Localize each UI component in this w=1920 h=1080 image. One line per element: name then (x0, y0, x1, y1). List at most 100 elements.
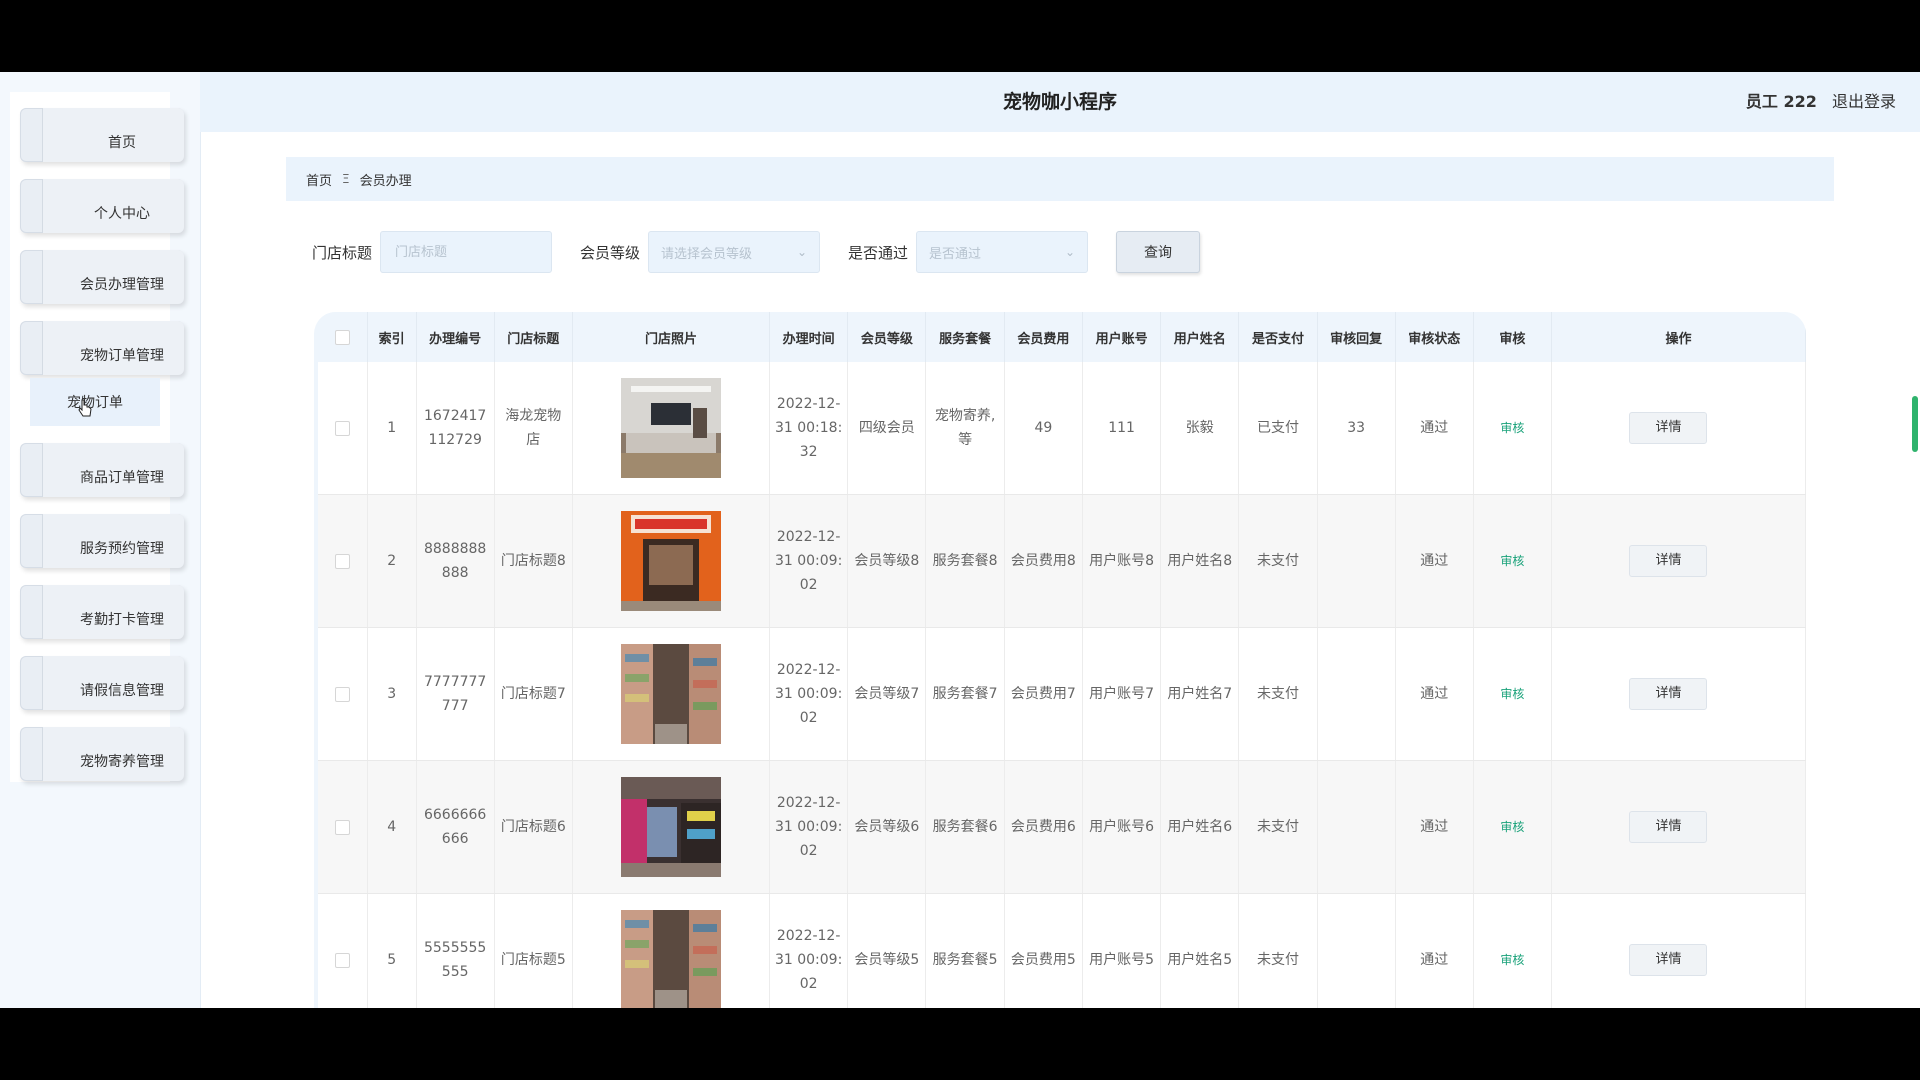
search-button[interactable]: 查询 (1116, 231, 1201, 273)
code-cell: 6666666666 (416, 760, 495, 894)
package-cell: 服务套餐8 (925, 494, 1005, 628)
member-level-label: 会员等级 (580, 243, 641, 262)
row-checkbox[interactable] (334, 420, 350, 436)
detail-button[interactable]: 详情 (1629, 944, 1708, 976)
sidebar-item-product-orders[interactable]: 商品订单管理 (20, 443, 184, 497)
reply-cell (1317, 760, 1396, 894)
index-cell: 4 (367, 760, 417, 894)
code-cell: 8888888888 (416, 494, 495, 628)
fee-cell: 会员费用6 (1004, 760, 1083, 894)
sidebar-item-label: 考勤打卡管理 (80, 612, 164, 628)
level-cell: 会员等级5 (847, 893, 927, 1008)
sidebar-item-profile[interactable]: 个人中心 (20, 179, 184, 233)
fee-cell: 49 (1004, 362, 1083, 495)
breadcrumb-home[interactable]: 首页 (306, 170, 332, 189)
row-select-cell (318, 760, 368, 894)
fee-cell: 会员费用5 (1004, 893, 1083, 1008)
sidebar-item-home[interactable]: 首页 (20, 108, 184, 162)
hand-cursor-icon (78, 399, 92, 417)
name-cell: 用户姓名7 (1160, 627, 1240, 761)
store-photo-image (620, 378, 721, 478)
detail-button[interactable]: 详情 (1629, 412, 1708, 444)
time-cell: 2022-12-31 00:09:02 (769, 494, 849, 628)
table-row: 1 1672417112729 海龙宠物店 2022-12-31 00:18:3… (318, 362, 1806, 495)
photo-cell (572, 627, 771, 761)
table-row: 2 8888888888 门店标题8 2022-12-31 00:09:02 会… (318, 494, 1806, 628)
column-header: 审核状态 (1395, 312, 1474, 362)
row-checkbox[interactable] (334, 819, 350, 835)
action-cell: 详情 (1551, 627, 1806, 761)
code-cell: 5555555555 (416, 893, 495, 1008)
sidebar-item-boarding[interactable]: 宠物寄养管理 (20, 727, 184, 781)
store-cell: 门店标题8 (494, 494, 573, 628)
sidebar-item-leave[interactable]: 请假信息管理 (20, 656, 184, 710)
audit-link[interactable]: 审核 (1500, 687, 1524, 701)
status-cell: 通过 (1395, 760, 1474, 894)
package-cell: 服务套餐7 (925, 627, 1005, 761)
sidebar-item-attendance[interactable]: 考勤打卡管理 (20, 585, 184, 639)
row-checkbox[interactable] (334, 553, 350, 569)
audit-link[interactable]: 审核 (1500, 820, 1524, 834)
paid-cell: 未支付 (1238, 760, 1318, 894)
sidebar: 首页 个人中心 会员办理管理 宠物订单管理 宠物订单 商品订单管理 服务预约管理 (0, 72, 201, 1008)
time-cell: 2022-12-31 00:09:02 (769, 893, 849, 1008)
photo-cell (572, 494, 771, 628)
sidebar-item-membership[interactable]: 会员办理管理 (20, 250, 184, 304)
level-cell: 会员等级8 (847, 494, 927, 628)
sidebar-item-label: 会员办理管理 (80, 277, 164, 293)
submenu-item-pet-order[interactable]: 宠物订单 (30, 378, 160, 426)
name-cell: 用户姓名8 (1160, 494, 1240, 628)
page-scrollbar[interactable] (1912, 396, 1918, 452)
sidebar-item-appointments[interactable]: 服务预约管理 (20, 514, 184, 568)
user-name: 员工 222 (1745, 92, 1817, 111)
passed-select[interactable]: 是否通过 ⌄ (916, 231, 1089, 273)
sidebar-item-pet-orders[interactable]: 宠物订单管理 (20, 321, 184, 375)
action-cell: 详情 (1551, 362, 1806, 495)
logout-link[interactable]: 退出登录 (1832, 92, 1896, 111)
store-photo-image (620, 511, 721, 611)
filter-bar: 门店标题 会员等级 请选择会员等级 ⌄ 是否通过 是否通过 ⌄ 查询 (312, 230, 1201, 274)
submenu-item-label: 宠物订单 (67, 395, 123, 411)
audit-link[interactable]: 审核 (1500, 554, 1524, 568)
detail-button[interactable]: 详情 (1629, 678, 1708, 710)
table-row: 5 5555555555 门店标题5 2022-12-31 00:09:02 会… (318, 893, 1806, 1008)
select-all-checkbox[interactable] (334, 329, 350, 345)
code-cell: 7777777777 (416, 627, 495, 761)
audit-link[interactable]: 审核 (1500, 953, 1524, 967)
breadcrumb-separator-icon: Ξ (342, 172, 350, 186)
sidebar-item-label: 服务预约管理 (80, 541, 164, 557)
store-cell: 门店标题7 (494, 627, 573, 761)
row-select-cell (318, 627, 368, 761)
column-header: 操作 (1551, 312, 1806, 362)
time-cell: 2022-12-31 00:09:02 (769, 627, 849, 761)
reply-cell (1317, 494, 1396, 628)
audit-link[interactable]: 审核 (1500, 421, 1524, 435)
audit-cell: 审核 (1473, 893, 1552, 1008)
chevron-down-icon: ⌄ (1064, 245, 1076, 259)
column-header: 审核回复 (1317, 312, 1396, 362)
member-level-select[interactable]: 请选择会员等级 ⌄ (648, 231, 821, 273)
audit-cell: 审核 (1473, 362, 1552, 495)
reply-cell (1317, 627, 1396, 761)
sidebar-item-label: 请假信息管理 (80, 683, 164, 699)
user-area: 员工 222 退出登录 (1746, 72, 1896, 132)
code-cell: 1672417112729 (416, 362, 495, 495)
store-cell: 海龙宠物店 (494, 362, 573, 495)
row-select-cell (318, 893, 368, 1008)
row-checkbox[interactable] (334, 686, 350, 702)
table-row: 3 7777777777 门店标题7 2022-12-31 00:09:02 会… (318, 627, 1806, 761)
fee-cell: 会员费用8 (1004, 494, 1083, 628)
column-header: 用户账号 (1082, 312, 1162, 362)
paid-cell: 未支付 (1238, 627, 1318, 761)
row-checkbox[interactable] (334, 952, 350, 968)
detail-button[interactable]: 详情 (1629, 545, 1708, 577)
column-header: 用户姓名 (1160, 312, 1240, 362)
detail-button[interactable]: 详情 (1629, 811, 1708, 843)
store-title-input[interactable] (393, 243, 540, 261)
name-cell: 张毅 (1160, 362, 1240, 495)
audit-cell: 审核 (1473, 494, 1552, 628)
column-header: 办理编号 (416, 312, 495, 362)
status-cell: 通过 (1395, 494, 1474, 628)
action-cell: 详情 (1551, 760, 1806, 894)
package-cell: 服务套餐5 (925, 893, 1005, 1008)
